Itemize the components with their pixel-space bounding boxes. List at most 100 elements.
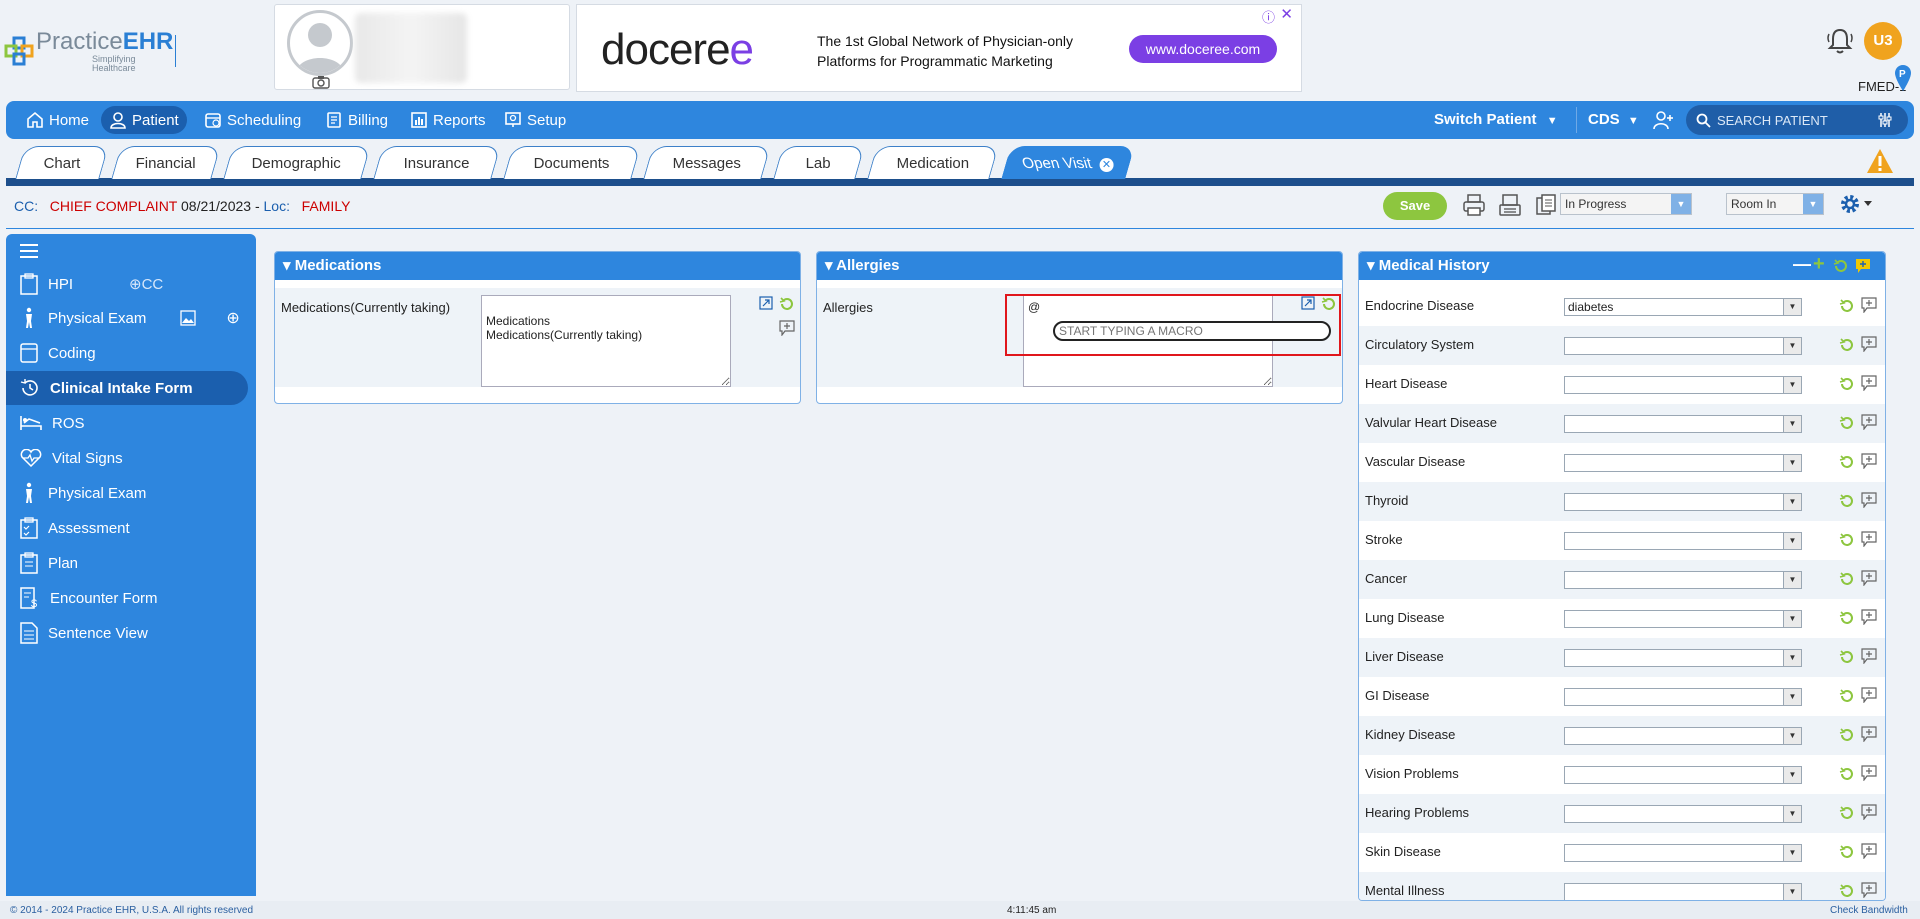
- history-select[interactable]: ▼: [1564, 688, 1802, 706]
- comment-add-icon[interactable]: [1861, 882, 1877, 898]
- add-cc-button[interactable]: ⊕CC: [129, 275, 163, 293]
- nav-billing[interactable]: Billing: [317, 106, 396, 134]
- ad-info-icon[interactable]: ⓘ: [1262, 7, 1275, 26]
- reset-icon[interactable]: [1839, 493, 1855, 509]
- reset-icon[interactable]: [1839, 415, 1855, 431]
- comment-add-icon[interactable]: [1861, 570, 1877, 586]
- macro-search-input[interactable]: [1053, 321, 1331, 341]
- tab-lab[interactable]: Lab: [773, 146, 865, 179]
- visit-status-select[interactable]: In Progress ▼: [1560, 193, 1692, 215]
- nav-patient[interactable]: Patient: [101, 106, 187, 134]
- camera-icon[interactable]: [312, 75, 330, 89]
- history-select[interactable]: ▼: [1564, 337, 1802, 355]
- comment-add-icon[interactable]: [1861, 336, 1877, 352]
- comment-add-icon[interactable]: [1861, 843, 1877, 859]
- tab-chart[interactable]: Chart: [15, 146, 109, 179]
- comment-add-icon[interactable]: [1861, 765, 1877, 781]
- comment-add-icon[interactable]: [1861, 297, 1877, 313]
- reset-icon[interactable]: [1839, 883, 1855, 899]
- medical-history-panel-header[interactable]: ▾ Medical History — +: [1359, 252, 1885, 280]
- comment-add-icon[interactable]: [1861, 414, 1877, 430]
- sidebar-item-coding[interactable]: Coding: [6, 336, 248, 370]
- history-select[interactable]: ▼: [1564, 376, 1802, 394]
- search-patient-input[interactable]: [1717, 112, 1877, 128]
- tab-insurance[interactable]: Insurance: [373, 146, 501, 179]
- reset-icon[interactable]: [1839, 571, 1855, 587]
- sidebar-item-hpi[interactable]: HPI ⊕CC: [6, 267, 248, 301]
- reset-icon[interactable]: [1839, 337, 1855, 353]
- sidebar-item-plan[interactable]: Plan: [6, 546, 248, 580]
- medications-textarea[interactable]: Medications Medications(Currently taking…: [481, 295, 731, 387]
- ad-banner[interactable]: doceree The 1st Global Network of Physic…: [576, 4, 1302, 92]
- comment-add-icon[interactable]: [779, 320, 795, 336]
- comment-add-icon[interactable]: [1861, 648, 1877, 664]
- reset-icon[interactable]: [1839, 727, 1855, 743]
- search-patient-box[interactable]: [1686, 105, 1908, 135]
- close-tab-icon[interactable]: ✕: [1099, 158, 1114, 172]
- patient-avatar[interactable]: [287, 10, 353, 76]
- chief-complaint[interactable]: CHIEF COMPLAINT: [50, 198, 177, 214]
- sidebar-item-clinical-intake-form[interactable]: Clinical Intake Form: [6, 371, 248, 405]
- history-select[interactable]: diabetes ▼: [1564, 298, 1802, 316]
- add-circle-icon[interactable]: ⊕: [226, 308, 239, 328]
- ad-close-icon[interactable]: ✕: [1280, 5, 1293, 23]
- image-icon[interactable]: [180, 310, 206, 326]
- sidebar-item-physical-exam[interactable]: Physical Exam: [6, 476, 248, 510]
- history-select[interactable]: ▼: [1564, 766, 1802, 784]
- tab-open-visit[interactable]: Open Visit ✕: [1001, 146, 1135, 179]
- comment-add-icon[interactable]: [1861, 804, 1877, 820]
- print-icon[interactable]: [1462, 193, 1486, 217]
- reset-icon[interactable]: [1839, 532, 1855, 548]
- comment-add-icon[interactable]: [1861, 492, 1877, 508]
- minimize-icon[interactable]: —: [1793, 252, 1811, 278]
- history-select[interactable]: ▼: [1564, 454, 1802, 472]
- reset-icon[interactable]: [1839, 376, 1855, 392]
- location-pin-icon[interactable]: P: [1894, 64, 1912, 92]
- room-status-select[interactable]: Room In ▼: [1726, 193, 1824, 215]
- medications-panel-header[interactable]: ▾ Medications: [275, 252, 800, 280]
- fax-icon[interactable]: [1498, 193, 1522, 217]
- reset-icon[interactable]: [1839, 844, 1855, 860]
- tab-demographic[interactable]: Demographic: [223, 146, 371, 179]
- history-select[interactable]: ▼: [1564, 883, 1802, 900]
- tab-messages[interactable]: Messages: [643, 146, 771, 179]
- reset-icon[interactable]: [1839, 454, 1855, 470]
- sidebar-item-encounter-form[interactable]: $ Encounter Form: [6, 581, 248, 615]
- history-select[interactable]: ▼: [1564, 649, 1802, 667]
- cds-dropdown[interactable]: CDS ▼: [1588, 111, 1639, 128]
- comment-add-icon[interactable]: [1861, 453, 1877, 469]
- nav-reports[interactable]: Reports: [402, 106, 494, 134]
- sidebar-item-vital-signs[interactable]: Vital Signs: [6, 441, 248, 475]
- add-user-icon[interactable]: [1652, 109, 1674, 131]
- history-select[interactable]: ▼: [1564, 571, 1802, 589]
- add-icon[interactable]: +: [1813, 252, 1825, 278]
- comment-add-icon[interactable]: [1861, 375, 1877, 391]
- switch-patient-dropdown[interactable]: Switch Patient ▼: [1434, 111, 1558, 128]
- allergies-panel-header[interactable]: ▾ Allergies: [817, 252, 1342, 280]
- reset-icon[interactable]: [1839, 649, 1855, 665]
- warning-icon[interactable]: [1866, 148, 1894, 174]
- reset-icon[interactable]: [1839, 766, 1855, 782]
- comment-add-icon[interactable]: [1861, 609, 1877, 625]
- gear-icon[interactable]: [1838, 192, 1874, 216]
- sidebar-item-physical-exam-top[interactable]: Physical Exam ⊕: [6, 301, 248, 335]
- expand-icon[interactable]: [759, 296, 773, 310]
- history-select[interactable]: ▼: [1564, 610, 1802, 628]
- sidebar-item-sentence-view[interactable]: Sentence View: [6, 616, 248, 650]
- reset-icon[interactable]: [1839, 688, 1855, 704]
- reset-icon[interactable]: [779, 296, 795, 312]
- save-button[interactable]: Save: [1383, 192, 1447, 220]
- reset-icon[interactable]: [1839, 298, 1855, 314]
- filter-sliders-icon[interactable]: [1877, 112, 1893, 128]
- history-select[interactable]: ▼: [1564, 532, 1802, 550]
- reset-icon[interactable]: [1839, 610, 1855, 626]
- history-select[interactable]: ▼: [1564, 844, 1802, 862]
- comment-add-icon[interactable]: [1861, 687, 1877, 703]
- tab-documents[interactable]: Documents: [503, 146, 641, 179]
- sidebar-item-ros[interactable]: ROS: [6, 406, 248, 440]
- nav-home[interactable]: Home: [18, 106, 97, 134]
- history-select[interactable]: ▼: [1564, 493, 1802, 511]
- tab-medication[interactable]: Medication: [867, 146, 999, 179]
- reset-icon[interactable]: [1321, 296, 1337, 312]
- comment-add-icon[interactable]: [1861, 531, 1877, 547]
